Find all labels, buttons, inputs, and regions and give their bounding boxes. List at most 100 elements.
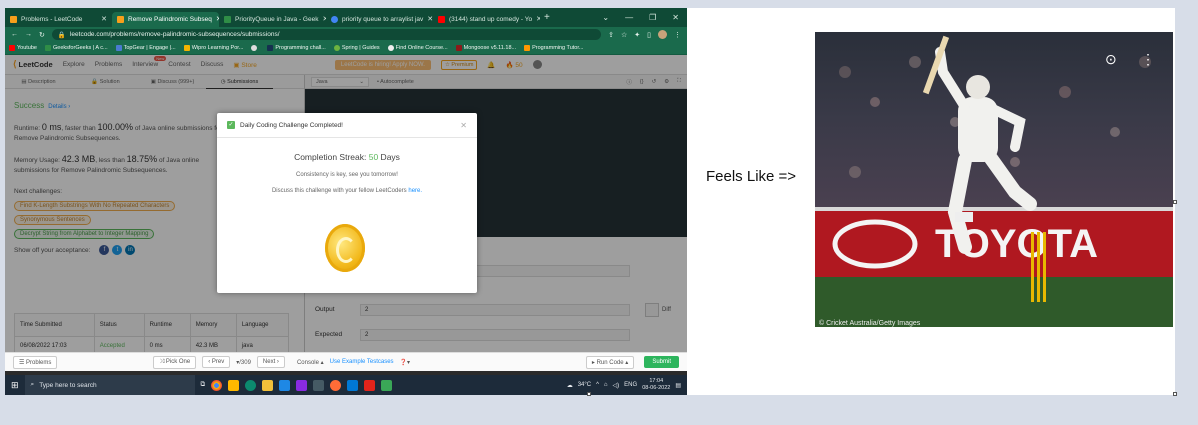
prev-button[interactable]: ‹ Prev: [202, 356, 231, 368]
next-label: Next: [262, 359, 276, 365]
address-bar-row: ← → ↻ 🔒 leetcode.com/problems/remove-pali…: [5, 27, 687, 42]
console-label: Console: [296, 359, 319, 366]
star-icon[interactable]: ☆: [621, 31, 627, 39]
bottom-bar: ☰ Problems ⤨ Pick One ‹ Prev ▾/309 Next …: [5, 352, 687, 371]
restore-icon[interactable]: ❐: [649, 13, 656, 22]
bookmark[interactable]: Programming chall...: [267, 45, 326, 51]
minimize-icon[interactable]: —: [625, 13, 633, 22]
page-indicator[interactable]: ▾/309: [236, 359, 251, 366]
browser-tab[interactable]: (3144) stand up comedy - Yo ✕: [433, 12, 540, 27]
app-icon[interactable]: [313, 379, 325, 391]
bookmark[interactable]: TopGear | Engage |...: [115, 45, 176, 51]
notifications-icon[interactable]: ▤: [675, 382, 681, 389]
chrome-icon[interactable]: [211, 379, 223, 391]
browser-tab[interactable]: Problems - LeetCode ✕: [5, 12, 112, 27]
share-icon[interactable]: ⇪: [608, 31, 614, 39]
leetcode-favicon-icon: [10, 15, 17, 23]
menu-kebab-icon[interactable]: ⋮: [674, 31, 681, 39]
resize-handle[interactable]: [1173, 392, 1177, 396]
tab-label: Remove Palindromic Subseq: [128, 15, 212, 23]
next-button[interactable]: Next ›: [256, 356, 285, 368]
checkmark-icon: ✓: [227, 121, 235, 129]
sidepanel-icon[interactable]: ▯: [647, 31, 651, 39]
youtube-icon: [9, 45, 15, 51]
run-code-button[interactable]: ▸ Run Code ▴: [585, 355, 635, 369]
bookmark[interactable]: GeeksforGeeks | A c...: [45, 45, 108, 51]
avatar-icon[interactable]: [658, 30, 667, 39]
postman-icon[interactable]: [330, 379, 342, 391]
gfg-favicon-icon: [224, 15, 231, 23]
tray-chevron-icon[interactable]: ^: [596, 382, 599, 388]
intellij-icon[interactable]: [296, 379, 308, 391]
resize-handle[interactable]: [587, 392, 591, 396]
taskbar-search[interactable]: ⌕ Type here to search: [24, 375, 195, 395]
close-tab-icon[interactable]: ✕: [536, 15, 540, 23]
store-icon[interactable]: [228, 379, 240, 391]
more-options-icon[interactable]: ⋮: [1141, 51, 1155, 67]
bookmark-label: Mongoose v5.11.18...: [463, 45, 517, 51]
windows-start-icon[interactable]: ⊞: [11, 380, 19, 391]
url-field[interactable]: 🔒 leetcode.com/problems/remove-palindromi…: [51, 29, 602, 40]
network-icon[interactable]: ⌂: [604, 382, 608, 388]
vscode-icon[interactable]: [279, 379, 291, 391]
id-app-icon[interactable]: [364, 379, 376, 391]
outlook-icon[interactable]: [347, 379, 359, 391]
edge-icon[interactable]: [245, 379, 257, 391]
extensions-icon[interactable]: ✦: [634, 31, 640, 39]
pick-one-label: Pick One: [165, 358, 191, 365]
browser-tab-active[interactable]: Remove Palindromic Subseq ✕: [112, 11, 219, 27]
new-tab-icon[interactable]: +: [544, 12, 550, 23]
bookmark[interactable]: Youtube: [9, 45, 37, 51]
clock[interactable]: 17:04 08-06-2022: [642, 378, 670, 392]
console-toggle[interactable]: Console ▴: [297, 359, 324, 366]
file-explorer-icon[interactable]: [262, 379, 274, 391]
bookmark[interactable]: Mongoose v5.11.18...: [455, 45, 517, 51]
submit-button[interactable]: Submit: [644, 356, 679, 368]
bookmark-label: Programming Tutor...: [532, 45, 584, 51]
bookmarks-bar: Youtube GeeksforGeeks | A c... TopGear |…: [5, 42, 687, 55]
photo-credit: © Cricket Australia/Getty Images: [819, 319, 921, 327]
forward-icon[interactable]: →: [25, 31, 32, 38]
leetcode-favicon-icon: [117, 15, 124, 23]
tab-label: priority queue to arraylist jav: [342, 15, 424, 23]
window-controls: ⌄ — ❐ ✕: [602, 13, 687, 22]
pick-one-button[interactable]: ⤨ Pick One: [153, 355, 197, 369]
close-window-icon[interactable]: ✕: [672, 13, 679, 22]
system-tray: ☁ 34°C ^ ⌂ ◁) ENG 17:04 08-06-2022 ▤: [567, 378, 681, 392]
weather-icon[interactable]: ☁: [567, 382, 573, 389]
streak-prefix: Completion Streak:: [294, 152, 369, 162]
discuss-link[interactable]: here.: [408, 188, 422, 194]
temperature[interactable]: 34°C: [578, 382, 591, 388]
streak-value: 50: [368, 152, 379, 162]
close-tab-icon[interactable]: ✕: [101, 15, 107, 23]
back-icon[interactable]: ←: [11, 31, 18, 38]
use-example-link[interactable]: Use Example Testcases: [330, 359, 394, 365]
bookmark[interactable]: Programming Tutor...: [524, 45, 583, 51]
bookmark[interactable]: [251, 45, 259, 51]
modal-header: ✓ Daily Coding Challenge Completed! ✕: [217, 113, 477, 138]
problems-button[interactable]: ☰ Problems: [13, 355, 58, 369]
volume-icon[interactable]: ◁): [613, 382, 620, 389]
lens-icon[interactable]: ⊙: [1105, 51, 1117, 67]
browser-tab[interactable]: PriorityQueue in Java - Geek ✕: [219, 12, 326, 27]
browser-tab[interactable]: priority queue to arraylist jav ✕: [326, 12, 433, 27]
close-icon[interactable]: ✕: [460, 121, 467, 130]
prev-label: Prev: [211, 359, 225, 365]
resize-handle[interactable]: [1173, 200, 1177, 204]
clock-time: 17:04: [649, 378, 664, 384]
language-indicator[interactable]: ENG: [624, 382, 637, 388]
reload-icon[interactable]: ↻: [39, 31, 45, 39]
globe-icon: [251, 45, 258, 51]
lock-icon: 🔒: [57, 31, 66, 39]
bookmark[interactable]: Find Online Course...: [387, 45, 448, 51]
photos-icon[interactable]: [381, 379, 393, 391]
chevron-down-icon[interactable]: ⌄: [602, 13, 609, 22]
help-icon[interactable]: ❓▾: [400, 359, 410, 366]
cricket-celebration-photo: TOYOTA © Cricket Australia/Getty Images …: [815, 32, 1173, 327]
gfg-icon: [45, 45, 51, 51]
bookmark[interactable]: Wipro Learning Por...: [183, 45, 243, 51]
discuss-prefix: Discuss this challenge with your fellow …: [271, 188, 409, 194]
url-text: leetcode.com/problems/remove-palindromic…: [69, 31, 280, 38]
bookmark[interactable]: Spring | Guides: [333, 45, 380, 51]
task-view-icon[interactable]: ⧉: [201, 381, 206, 389]
